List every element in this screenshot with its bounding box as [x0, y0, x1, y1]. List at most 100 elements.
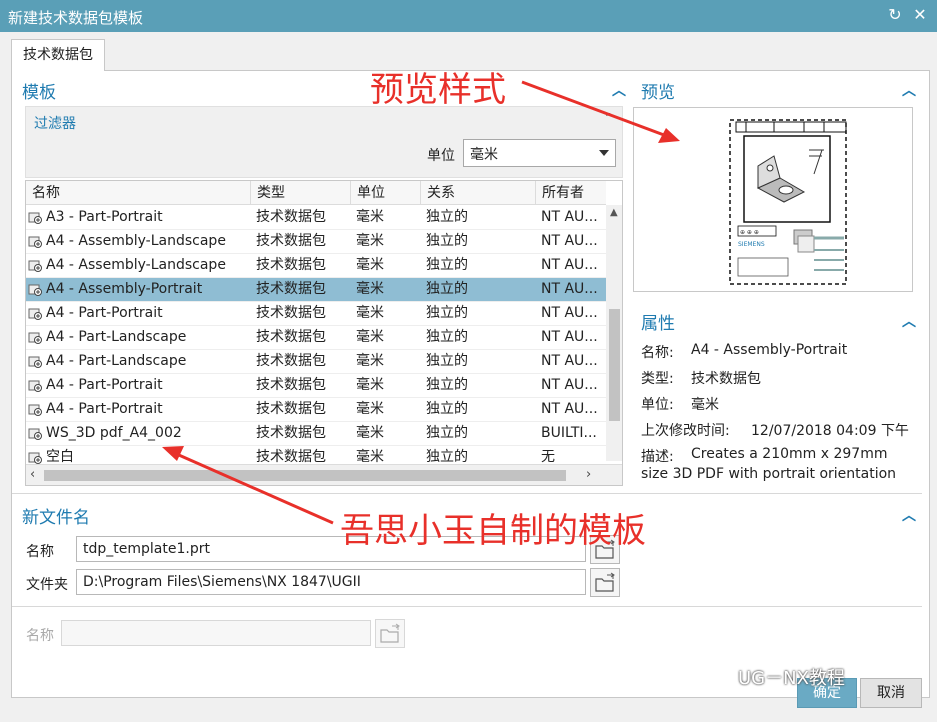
- reset-icon[interactable]: ↻: [884, 3, 906, 27]
- folder-label: 文件夹: [26, 577, 68, 593]
- vertical-scrollbar[interactable]: ▲: [606, 205, 622, 461]
- table-row[interactable]: A4 - Part-Portrait 技术数据包 毫米 独立的 NT AU...: [26, 302, 606, 326]
- annotation-preview-style: 预览样式: [370, 70, 506, 110]
- prop-type-value: 技术数据包: [691, 371, 761, 387]
- divider: [12, 493, 922, 494]
- table-header: 名称 类型 单位 关系 所有者: [26, 181, 606, 205]
- cell-type: 技术数据包: [256, 401, 326, 417]
- new-file-section-title: 新文件名: [22, 508, 90, 528]
- cell-unit: 毫米: [356, 233, 384, 249]
- cell-unit: 毫米: [356, 329, 384, 345]
- cell-relation: 独立的: [426, 257, 468, 273]
- column-header-type[interactable]: 类型: [251, 181, 351, 205]
- filter-collapse-icon[interactable]: ^: [605, 111, 614, 124]
- table-row[interactable]: A4 - Assembly-Landscape 技术数据包 毫米 独立的 NT AU..…: [26, 254, 606, 278]
- prop-unit-value: 毫米: [691, 397, 719, 413]
- cell-name: WS_3D pdf_A4_002: [46, 425, 182, 441]
- watermark-text: UG－NX教程: [738, 668, 845, 689]
- folder-open-icon: [595, 572, 615, 592]
- table-row[interactable]: A4 - Part-Landscape 技术数据包 毫米 独立的 NT AU...: [26, 350, 606, 374]
- cell-type: 技术数据包: [256, 257, 326, 273]
- cell-type: 技术数据包: [256, 425, 326, 441]
- prop-modified-label: 上次修改时间:: [641, 423, 730, 439]
- table-row[interactable]: A4 - Part-Landscape 技术数据包 毫米 独立的 NT AU...: [26, 326, 606, 350]
- browse-folder-button[interactable]: [590, 568, 620, 597]
- folder-open-icon: [380, 623, 400, 643]
- table-row[interactable]: A3 - Part-Portrait 技术数据包 毫米 独立的 NT AU...: [26, 206, 606, 230]
- cell-unit: 毫米: [356, 257, 384, 273]
- unit-label: 单位: [427, 148, 455, 164]
- prop-unit-label: 单位:: [641, 397, 674, 413]
- cell-type: 技术数据包: [256, 209, 326, 225]
- cell-owner: NT AU...: [541, 257, 598, 273]
- cell-name: A4 - Assembly-Landscape: [46, 233, 226, 249]
- prop-modified-value: 12/07/2018 04:09 下午: [751, 423, 909, 439]
- cell-owner: NT AU...: [541, 233, 598, 249]
- cancel-button[interactable]: 取消: [860, 678, 922, 708]
- window-title: 新建技术数据包模板: [8, 9, 144, 27]
- folder-input[interactable]: D:\Program Files\Siemens\NX 1847\UGII: [76, 569, 586, 595]
- column-header-relation[interactable]: 关系: [421, 181, 536, 205]
- cell-unit: 毫米: [356, 353, 384, 369]
- collapse-new-file-icon[interactable]: ︿: [902, 505, 916, 525]
- cell-type: 技术数据包: [256, 329, 326, 345]
- column-header-unit[interactable]: 单位: [351, 181, 421, 205]
- cell-owner: NT AU...: [541, 305, 598, 321]
- cell-relation: 独立的: [426, 209, 468, 225]
- cell-owner: NT AU...: [541, 401, 598, 417]
- scrollbar-thumb[interactable]: [609, 309, 620, 421]
- filter-title[interactable]: 过滤器: [34, 113, 76, 133]
- cell-unit: 毫米: [356, 209, 384, 225]
- template-file-icon: [28, 212, 42, 224]
- collapse-preview-icon[interactable]: ︿: [902, 80, 916, 100]
- horizontal-scrollbar[interactable]: ‹ ›: [26, 464, 622, 485]
- cell-name: A3 - Part-Portrait: [46, 209, 163, 225]
- preview-image: ⊕ ⊕ ⊕ SIEMENS: [633, 107, 913, 292]
- unit-select-value: 毫米: [470, 147, 498, 163]
- table-row[interactable]: A4 - Part-Portrait 技术数据包 毫米 独立的 NT AU...: [26, 398, 606, 422]
- cell-unit: 毫米: [356, 377, 384, 393]
- preview-section-title: 预览: [641, 83, 675, 103]
- title-bar: 新建技术数据包模板 ↻ ✕: [0, 0, 937, 32]
- cell-relation: 独立的: [426, 233, 468, 249]
- prop-type-label: 类型:: [641, 371, 674, 387]
- cell-type: 技术数据包: [256, 377, 326, 393]
- templates-section-title: 模板: [22, 83, 56, 103]
- drawing-sheet-thumbnail: ⊕ ⊕ ⊕ SIEMENS: [729, 119, 847, 285]
- column-header-owner[interactable]: 所有者: [536, 181, 606, 205]
- cell-relation: 独立的: [426, 329, 468, 345]
- cell-owner: NT AU...: [541, 377, 598, 393]
- template-table: 名称 类型 单位 关系 所有者 A3 - Part-Portrait 技术数据包毫…: [25, 180, 623, 486]
- column-header-name[interactable]: 名称: [26, 181, 251, 205]
- cell-relation: 独立的: [426, 401, 468, 417]
- cell-unit: 毫米: [356, 425, 384, 441]
- collapse-templates-icon[interactable]: ︿: [612, 80, 626, 100]
- template-file-icon: [28, 452, 42, 464]
- table-row[interactable]: WS_3D pdf_A4_002 技术数据包 毫米 独立的 BUILTI...: [26, 422, 606, 446]
- prop-name-label: 名称:: [641, 345, 674, 361]
- properties-panel: 名称: A4 - Assembly-Portrait 类型: 技术数据包 单位:…: [633, 300, 919, 490]
- table-row[interactable]: A4 - Assembly-Landscape 技术数据包 毫米 独立的 NT AU..…: [26, 230, 606, 254]
- scroll-up-icon[interactable]: ▲: [610, 207, 618, 218]
- table-row[interactable]: A4 - Part-Portrait 技术数据包 毫米 独立的 NT AU...: [26, 374, 606, 398]
- cell-unit: 毫米: [356, 305, 384, 321]
- prop-desc-label: 描述:: [641, 449, 674, 465]
- template-file-icon: [28, 332, 42, 344]
- file-name-label: 名称: [26, 544, 54, 560]
- cell-type: 技术数据包: [256, 233, 326, 249]
- scroll-left-icon[interactable]: ‹: [30, 467, 35, 482]
- filter-panel: 过滤器 ^ 单位 毫米: [25, 106, 623, 178]
- tab-technical-data-package[interactable]: 技术数据包: [11, 39, 105, 71]
- unit-select[interactable]: 毫米: [463, 139, 616, 167]
- cell-name: A4 - Assembly-Landscape: [46, 257, 226, 273]
- template-file-icon: [28, 284, 42, 296]
- close-icon[interactable]: ✕: [909, 3, 931, 27]
- scroll-right-icon[interactable]: ›: [586, 467, 591, 482]
- table-row[interactable]: A4 - Assembly-Portrait 技术数据包 毫米 独立的 NT AU...: [26, 278, 606, 302]
- horizontal-scrollbar-thumb[interactable]: [44, 470, 566, 481]
- template-file-icon: [28, 260, 42, 272]
- annotation-custom-template: 吾思小玉自制的模板: [340, 511, 646, 551]
- template-file-icon: [28, 380, 42, 392]
- disabled-name-input: [61, 620, 371, 646]
- divider: [12, 606, 922, 607]
